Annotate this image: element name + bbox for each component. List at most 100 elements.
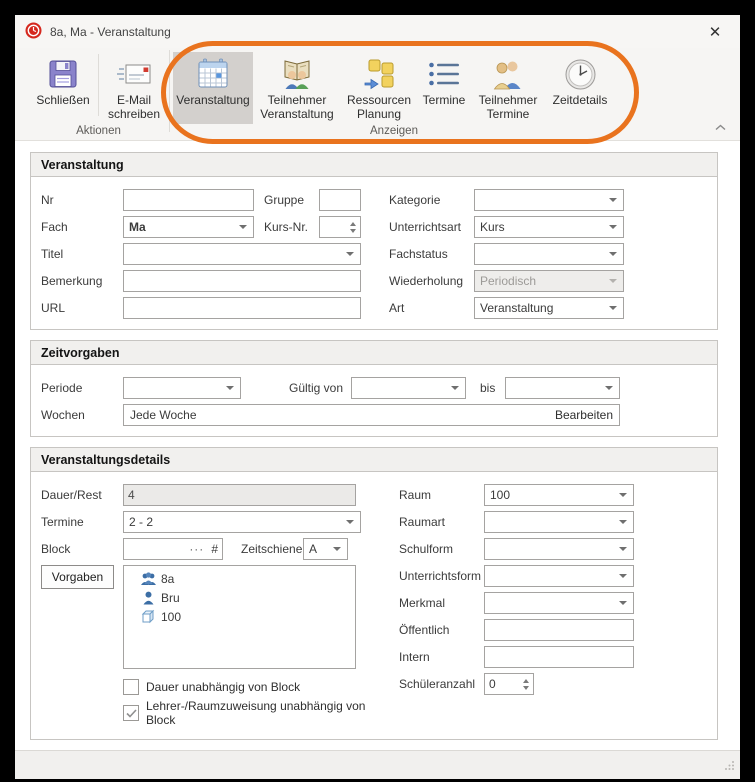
unterrichtsart-label: Unterrichtsart — [389, 220, 474, 234]
fachstatus-label: Fachstatus — [389, 247, 474, 261]
details-right-column: Raum 100 Raumart Schu — [399, 484, 634, 695]
art-combo[interactable]: Veranstaltung — [474, 297, 624, 319]
merkmal-label: Merkmal — [399, 596, 484, 610]
form-area: Veranstaltung Nr Gruppe Kategorie Fach — [15, 141, 740, 750]
schliessen-button[interactable]: Schließen — [31, 52, 95, 124]
two-people-icon — [491, 55, 525, 93]
veranstaltung-tab-button[interactable]: Veranstaltung — [173, 52, 253, 124]
chevron-down-icon — [605, 386, 613, 390]
list-item-class[interactable]: 8a — [124, 569, 355, 588]
schulform-label: Schulform — [399, 542, 484, 556]
kurs-nr-label: Kurs-Nr. — [264, 220, 319, 234]
block-ellipsis-button[interactable]: ··· — [189, 542, 204, 556]
schliessen-label: Schließen — [36, 93, 89, 107]
zeitschiene-combo[interactable]: A — [303, 538, 348, 560]
block-hash-button[interactable]: # — [211, 542, 218, 556]
termine-button[interactable]: Termine — [417, 52, 471, 124]
raum-combo[interactable]: 100 — [484, 484, 634, 506]
fachstatus-combo[interactable] — [474, 243, 624, 265]
raumart-combo[interactable] — [484, 511, 634, 533]
bis-combo[interactable] — [505, 377, 620, 399]
bullet-list-icon — [427, 55, 461, 93]
section-veranstaltung-title: Veranstaltung — [31, 153, 717, 177]
lehrer-raum-checkbox[interactable] — [123, 705, 139, 721]
kategorie-label: Kategorie — [389, 193, 474, 207]
raumart-label: Raumart — [399, 515, 484, 529]
ribbon-separator — [98, 54, 99, 116]
section-zeitvorgaben-title: Zeitvorgaben — [31, 341, 717, 365]
envelope-icon — [116, 55, 152, 93]
fach-label: Fach — [41, 220, 123, 234]
close-button[interactable]: ✕ — [698, 19, 732, 45]
schulform-combo[interactable] — [484, 538, 634, 560]
unterrichtsform-combo[interactable] — [484, 565, 634, 587]
kurs-nr-spinner[interactable] — [319, 216, 361, 238]
block-input[interactable]: ··· # — [123, 538, 223, 560]
schueleranzahl-label: Schüleranzahl — [399, 677, 484, 691]
titlebar: 8a, Ma - Veranstaltung ✕ — [15, 15, 740, 48]
wiederholung-label: Wiederholung — [389, 274, 474, 288]
window-title: 8a, Ma - Veranstaltung — [50, 25, 171, 39]
zeitdetails-button[interactable]: Zeitdetails — [545, 52, 615, 124]
section-veranstaltung: Veranstaltung Nr Gruppe Kategorie Fach — [30, 152, 718, 330]
termine-combo[interactable]: 2 - 2 — [123, 511, 361, 533]
zeitschiene-label: Zeitschiene — [241, 542, 303, 556]
chevron-down-icon — [226, 386, 234, 390]
section-veranstaltungsdetails: Veranstaltungsdetails Dauer/Rest Termine… — [30, 447, 718, 740]
dauer-checkbox[interactable] — [123, 679, 139, 695]
chevron-down-icon — [609, 252, 617, 256]
calendar-icon — [195, 55, 231, 93]
titel-combo[interactable] — [123, 243, 361, 265]
chevron-down-icon — [609, 279, 617, 283]
spinner-arrows-icon[interactable] — [523, 679, 533, 690]
unterrichtsart-combo[interactable]: Kurs — [474, 216, 624, 238]
veranstaltung-tab-label: Veranstaltung — [176, 93, 249, 107]
bearbeiten-button[interactable]: Bearbeiten — [555, 408, 613, 422]
checkbox-row-dauer[interactable]: Dauer unabhängig von Block — [123, 677, 371, 697]
kategorie-combo[interactable] — [474, 189, 624, 211]
oeffentlich-label: Öffentlich — [399, 623, 484, 637]
ressourcen-planung-button[interactable]: Ressourcen Planung — [341, 52, 417, 124]
bemerkung-input[interactable] — [123, 270, 361, 292]
nr-input[interactable] — [123, 189, 254, 211]
chevron-down-icon — [239, 225, 247, 229]
email-schreiben-button[interactable]: E-Mail schreiben — [102, 52, 166, 124]
ribbon-collapse-button[interactable] — [715, 120, 726, 134]
intern-input[interactable] — [484, 646, 634, 668]
room-cube-icon — [140, 609, 157, 624]
unterrichtsform-label: Unterrichtsform — [399, 569, 484, 583]
vorgaben-button[interactable]: Vorgaben — [41, 565, 114, 589]
chevron-down-icon — [619, 520, 627, 524]
list-item-room[interactable]: 100 — [124, 607, 355, 626]
app-icon — [25, 22, 42, 42]
section-veranstaltungsdetails-title: Veranstaltungsdetails — [31, 448, 717, 472]
gueltig-von-combo[interactable] — [351, 377, 466, 399]
periode-combo[interactable] — [123, 377, 241, 399]
teilnehmer-veranstaltung-button[interactable]: Teilnehmer Veranstaltung — [253, 52, 341, 124]
url-input[interactable] — [123, 297, 361, 319]
teilnehmer-termine-label: Teilnehmer Termine — [473, 93, 543, 121]
checkbox-row-lehrer-raum[interactable]: Lehrer-/Raumzuweisung unabhängig von Blo… — [123, 703, 371, 723]
art-label: Art — [389, 301, 474, 315]
fach-combo[interactable]: Ma — [123, 216, 254, 238]
email-schreiben-label: E-Mail schreiben — [104, 93, 164, 121]
spinner-arrows-icon[interactable] — [350, 222, 360, 233]
list-item-teacher[interactable]: Bru — [124, 588, 355, 607]
chevron-down-icon — [619, 601, 627, 605]
oeffentlich-input[interactable] — [484, 619, 634, 641]
section-zeitvorgaben: Zeitvorgaben Periode Gültig von bis — [30, 340, 718, 437]
teilnehmer-termine-button[interactable]: Teilnehmer Termine — [471, 52, 545, 124]
schueleranzahl-spinner[interactable]: 0 — [484, 673, 534, 695]
merkmal-combo[interactable] — [484, 592, 634, 614]
dauer-rest-input — [123, 484, 356, 506]
floppy-disk-icon — [47, 55, 79, 93]
chevron-down-icon — [619, 547, 627, 551]
resize-grip[interactable] — [724, 760, 735, 774]
gruppe-input[interactable] — [319, 189, 361, 211]
wochen-label: Wochen — [41, 408, 123, 422]
raum-label: Raum — [399, 488, 484, 502]
resources-listbox[interactable]: 8a Bru — [123, 565, 356, 669]
ribbon-group-aktionen: Schließen — [31, 48, 166, 140]
intern-label: Intern — [399, 650, 484, 664]
wochen-field[interactable]: Jede Woche Bearbeiten — [123, 404, 620, 426]
